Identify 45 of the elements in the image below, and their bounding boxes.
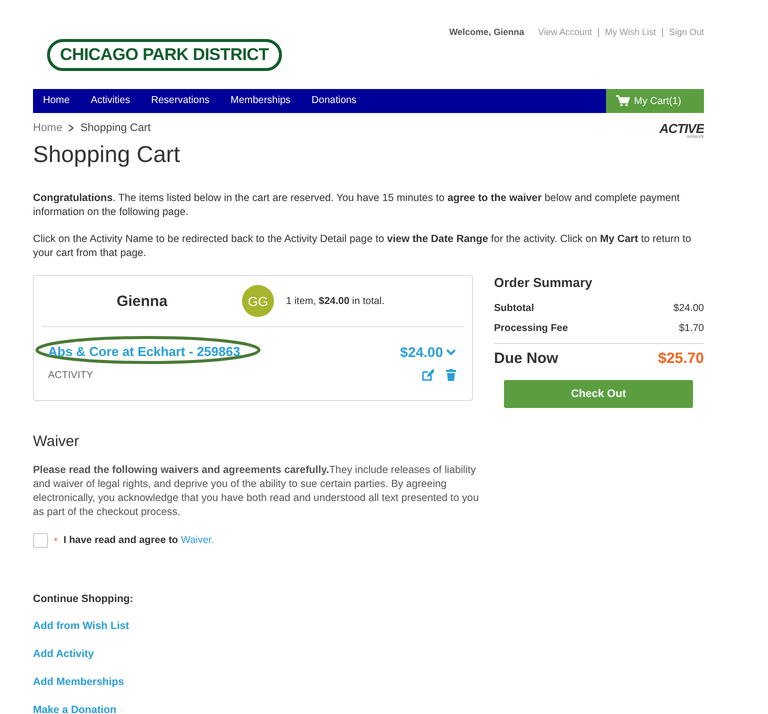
waiver-title: Waiver [33, 433, 80, 450]
account-link[interactable]: View Account [538, 27, 592, 37]
summary-label: Processing Fee [494, 323, 568, 334]
nav-item[interactable]: Activities [80, 89, 140, 113]
cart-summary: 1 item, $24.00 in total. [286, 296, 384, 306]
order-summary-title: Order Summary [494, 275, 594, 290]
summary-value: $1.70 [678, 323, 704, 334]
welcome-text: Welcome, Gienna [449, 27, 524, 37]
cart-button[interactable]: My Cart(1) [606, 89, 704, 113]
breadcrumb-current: Shopping Cart [80, 122, 151, 134]
nav-item[interactable]: Memberships [220, 89, 301, 113]
logo[interactable]: CHICAGO PARK DISTRICT [47, 39, 282, 71]
intro-paragraph: Congratulations. The items listed below in the cart are reserved. You have 15 minutes to agree to the waiver below and complete payment information on the following page. [33, 192, 681, 220]
participant-name: Gienna [116, 292, 168, 310]
continue-link[interactable]: Make a Donation [33, 704, 116, 714]
item-price: $24.00 [400, 344, 443, 360]
required-mark: * [54, 536, 58, 546]
nav-item[interactable]: Reservations [141, 89, 220, 113]
waiver-link[interactable]: Waiver. [181, 535, 214, 546]
summary-label: Subtotal [494, 303, 534, 314]
item-type: ACTIVITY [48, 370, 94, 380]
nav-item[interactable]: Home [33, 89, 80, 113]
chevron-icon [68, 124, 74, 132]
due-label: Due Now [494, 350, 558, 367]
summary-value: $24.00 [673, 303, 704, 314]
continue-link[interactable]: Add from Wish List [33, 620, 130, 632]
chevron-down-icon[interactable] [446, 348, 456, 356]
waiver-text: Please read the following waivers and agreements carefully.They include releases of liability and waiver of legal rights, and deprive you of the ability to sue certain parties. By agreeing electronically, you acknowledge that you have both read and understood all text presented to you as part of the checkout process. [33, 464, 480, 520]
nav-item[interactable]: Donations [302, 89, 367, 113]
intro-paragraph: Click on the Activity Name to be redirected back to the Activity Detail page to view the Date Range for the activity. Click on My Cart to return to your cart from that page. [33, 233, 692, 261]
checkout-button[interactable]: Check Out [504, 380, 693, 408]
breadcrumb-link[interactable]: Home [33, 122, 62, 134]
edit-icon[interactable] [422, 369, 434, 381]
account-link[interactable]: Sign Out [668, 27, 704, 37]
account-link[interactable]: My Wish List [604, 27, 656, 37]
agree-checkbox[interactable] [33, 533, 48, 548]
avatar-initials: GG [242, 285, 274, 317]
cart-icon [616, 95, 630, 107]
due-amount: $25.70 [658, 350, 704, 367]
continue-link[interactable]: Add Activity [33, 648, 94, 660]
trash-icon[interactable] [446, 369, 456, 381]
agree-label: I have read and agree to [64, 535, 178, 546]
page-title: Shopping Cart [33, 141, 182, 168]
continue-link[interactable]: Add Memberships [33, 676, 124, 688]
continue-shopping-title: Continue Shopping: [33, 593, 134, 605]
